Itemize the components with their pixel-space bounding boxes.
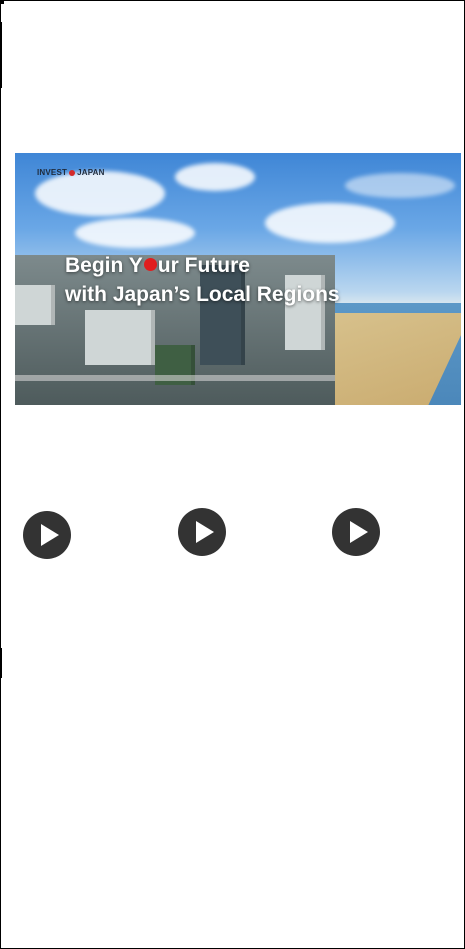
headline-line-2: with Japan’s Local Regions <box>65 283 340 306</box>
banner-headline: Begin Y ur Future with Japan’s Local Regi… <box>65 251 340 309</box>
headline-line1-part-b: ur Future <box>157 254 250 277</box>
play-video-button-3[interactable] <box>332 508 380 556</box>
logo-red-dot <box>69 169 76 176</box>
frame-corner <box>0 0 4 4</box>
play-video-button-1[interactable] <box>23 511 71 559</box>
play-icon <box>41 524 59 546</box>
headline-red-dot <box>143 258 157 272</box>
page-frame <box>0 0 465 949</box>
logo-text-right: JAPAN <box>77 168 105 177</box>
logo-text-left: INVEST <box>37 168 68 177</box>
cloud <box>75 218 195 248</box>
cloud <box>175 163 255 191</box>
headline-line1-part-a: Begin Y <box>65 254 143 277</box>
play-video-button-2[interactable] <box>178 508 226 556</box>
cloud <box>345 173 455 198</box>
left-edge-marker-bottom <box>0 648 2 678</box>
cloud <box>265 203 395 243</box>
headline-line-1: Begin Y ur Future <box>65 251 340 280</box>
left-edge-marker-top <box>0 22 2 88</box>
hero-banner[interactable]: INVEST JAPAN Begin Y ur Future with Japan… <box>15 153 461 405</box>
cloud <box>35 171 165 216</box>
play-icon <box>350 521 368 543</box>
invest-japan-logo: INVEST JAPAN <box>37 168 105 177</box>
play-icon <box>196 521 214 543</box>
